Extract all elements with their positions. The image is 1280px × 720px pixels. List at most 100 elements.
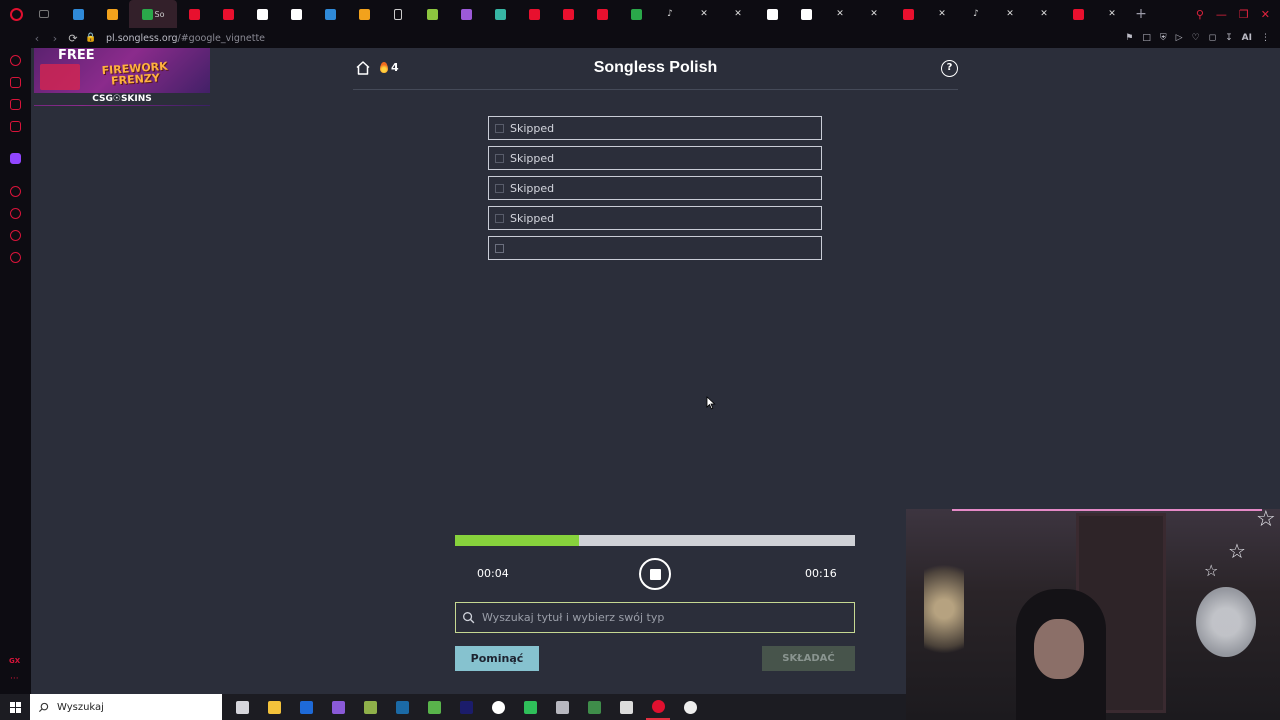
- guess-row: Skipped: [488, 176, 822, 200]
- browser-tab[interactable]: [211, 0, 245, 28]
- back-icon[interactable]: ‹: [28, 32, 46, 45]
- browser-tab[interactable]: ✕: [857, 0, 891, 28]
- browser-tab[interactable]: ♪: [959, 0, 993, 28]
- download-icon[interactable]: ↧: [1225, 33, 1233, 43]
- extensions-sidebar-icon[interactable]: [10, 230, 21, 241]
- taskbar-search[interactable]: Wyszukaj: [30, 694, 222, 720]
- song-search-field[interactable]: [455, 602, 855, 633]
- x-icon: ✕: [1040, 8, 1048, 19]
- song-search-input[interactable]: [482, 611, 842, 624]
- taskbar-app-obsidian[interactable]: [326, 694, 350, 720]
- search-tabs-icon[interactable]: ⚲: [1196, 8, 1204, 21]
- taskbar-app-app-white[interactable]: [614, 694, 638, 720]
- menu-icon[interactable]: ⋮: [1261, 33, 1270, 43]
- snapshot-icon[interactable]: □: [1142, 33, 1151, 43]
- browser-tab[interactable]: [483, 0, 517, 28]
- taskbar-app-opera-gx[interactable]: [646, 694, 670, 720]
- more-icon[interactable]: ···: [10, 674, 19, 684]
- minimize-icon[interactable]: —: [1216, 8, 1227, 21]
- browser-tab[interactable]: [1061, 0, 1095, 28]
- browser-tab[interactable]: [95, 0, 129, 28]
- new-tab-button[interactable]: +: [1129, 6, 1153, 22]
- browser-tab[interactable]: ✕: [1027, 0, 1061, 28]
- skip-button[interactable]: Pominąć: [455, 646, 539, 671]
- browser-tab[interactable]: ✕: [687, 0, 721, 28]
- taskbar-app-premiere[interactable]: [454, 694, 478, 720]
- browser-tab[interactable]: [789, 0, 823, 28]
- browser-tab[interactable]: [755, 0, 789, 28]
- browser-tab[interactable]: [279, 0, 313, 28]
- steam-icon: [395, 700, 409, 714]
- player-icon[interactable]: [10, 186, 21, 197]
- taskbar-app-gg[interactable]: [518, 694, 542, 720]
- extensions-icon[interactable]: ◻: [1209, 33, 1216, 43]
- start-button[interactable]: [0, 694, 30, 720]
- game-header: 4 Songless Polish ?: [353, 48, 958, 90]
- gx-control-icon[interactable]: [10, 55, 21, 66]
- taskbar-app-steelseries[interactable]: [486, 694, 510, 720]
- twitch-icon[interactable]: [10, 153, 21, 164]
- browser-tab[interactable]: ✕: [993, 0, 1027, 28]
- opera-gx-logo-icon[interactable]: [5, 3, 27, 25]
- browser-tab[interactable]: [551, 0, 585, 28]
- url-field[interactable]: pl.songless.org/#google_vignette: [106, 33, 265, 44]
- messenger-icon[interactable]: [10, 99, 21, 110]
- settings-icon[interactable]: [10, 252, 21, 263]
- browser-tab[interactable]: [313, 0, 347, 28]
- reload-icon[interactable]: ⟳: [64, 32, 82, 45]
- browser-tab[interactable]: [517, 0, 551, 28]
- playback-progress-bar[interactable]: [455, 535, 855, 546]
- browser-tab[interactable]: [449, 0, 483, 28]
- tab-workspace[interactable]: [27, 0, 61, 28]
- browser-tab[interactable]: ✕: [1095, 0, 1129, 28]
- submit-button[interactable]: SKŁADAĆ: [762, 646, 855, 671]
- browser-tab[interactable]: [61, 0, 95, 28]
- bookmark-icon[interactable]: ♡: [1192, 33, 1200, 43]
- forward-icon[interactable]: ›: [46, 32, 64, 45]
- pin-icon[interactable]: ⚑: [1125, 33, 1133, 43]
- taskbar-app-app-gray[interactable]: [550, 694, 574, 720]
- browser-tab[interactable]: [415, 0, 449, 28]
- tab-icon-5: [324, 8, 336, 20]
- browser-tab[interactable]: [177, 0, 211, 28]
- browser-tab[interactable]: [891, 0, 925, 28]
- taskbar-app-obs[interactable]: [678, 694, 702, 720]
- browser-tab[interactable]: [245, 0, 279, 28]
- taskbar-app-task-view[interactable]: [230, 694, 254, 720]
- taskbar-app-app-green[interactable]: [582, 694, 606, 720]
- browser-tab[interactable]: ✕: [925, 0, 959, 28]
- advertisement-banner[interactable]: FREE FIREWORK FRENZY CSG☉SKINS: [34, 48, 210, 106]
- browser-tab[interactable]: ♪: [653, 0, 687, 28]
- history-icon[interactable]: [10, 208, 21, 219]
- browser-tab[interactable]: [381, 0, 415, 28]
- play-icon[interactable]: ▷: [1176, 33, 1183, 43]
- total-time: 00:16: [805, 567, 837, 580]
- stop-button[interactable]: [639, 558, 671, 590]
- gx-corner-icon[interactable]: [10, 77, 21, 88]
- playback-progress-fill: [455, 535, 579, 546]
- taskbar-app-app-m[interactable]: [294, 694, 318, 720]
- guess-status-icon: [495, 183, 504, 193]
- news-icon[interactable]: [10, 121, 21, 132]
- youtube-icon: [188, 8, 200, 20]
- taskbar-app-gaming-app[interactable]: [358, 694, 382, 720]
- aria-ai-button[interactable]: AI: [1242, 33, 1252, 43]
- guess-row: [488, 236, 822, 260]
- help-button[interactable]: ?: [941, 60, 958, 77]
- adblock-shield-icon[interactable]: ⛨: [1160, 33, 1167, 43]
- taskbar-app-steam[interactable]: [390, 694, 414, 720]
- browser-tab[interactable]: [347, 0, 381, 28]
- taskbar-app-file-explorer[interactable]: [262, 694, 286, 720]
- restore-icon[interactable]: ❐: [1239, 8, 1249, 21]
- browser-tab[interactable]: ✕: [823, 0, 857, 28]
- x-icon: ✕: [836, 8, 844, 19]
- address-bar-tools: ⚑ □ ⛨ ▷ ♡ ◻ ↧ AI ⋮: [1125, 33, 1280, 43]
- url-host: pl.songless.org: [106, 32, 178, 44]
- browser-tab[interactable]: So: [129, 0, 177, 28]
- close-icon[interactable]: ✕: [1261, 8, 1270, 21]
- browser-tab[interactable]: ✕: [721, 0, 755, 28]
- browser-tab[interactable]: [585, 0, 619, 28]
- taskbar-app-notepad[interactable]: [422, 694, 446, 720]
- browser-tab[interactable]: [619, 0, 653, 28]
- tab-icon-6: [358, 8, 370, 20]
